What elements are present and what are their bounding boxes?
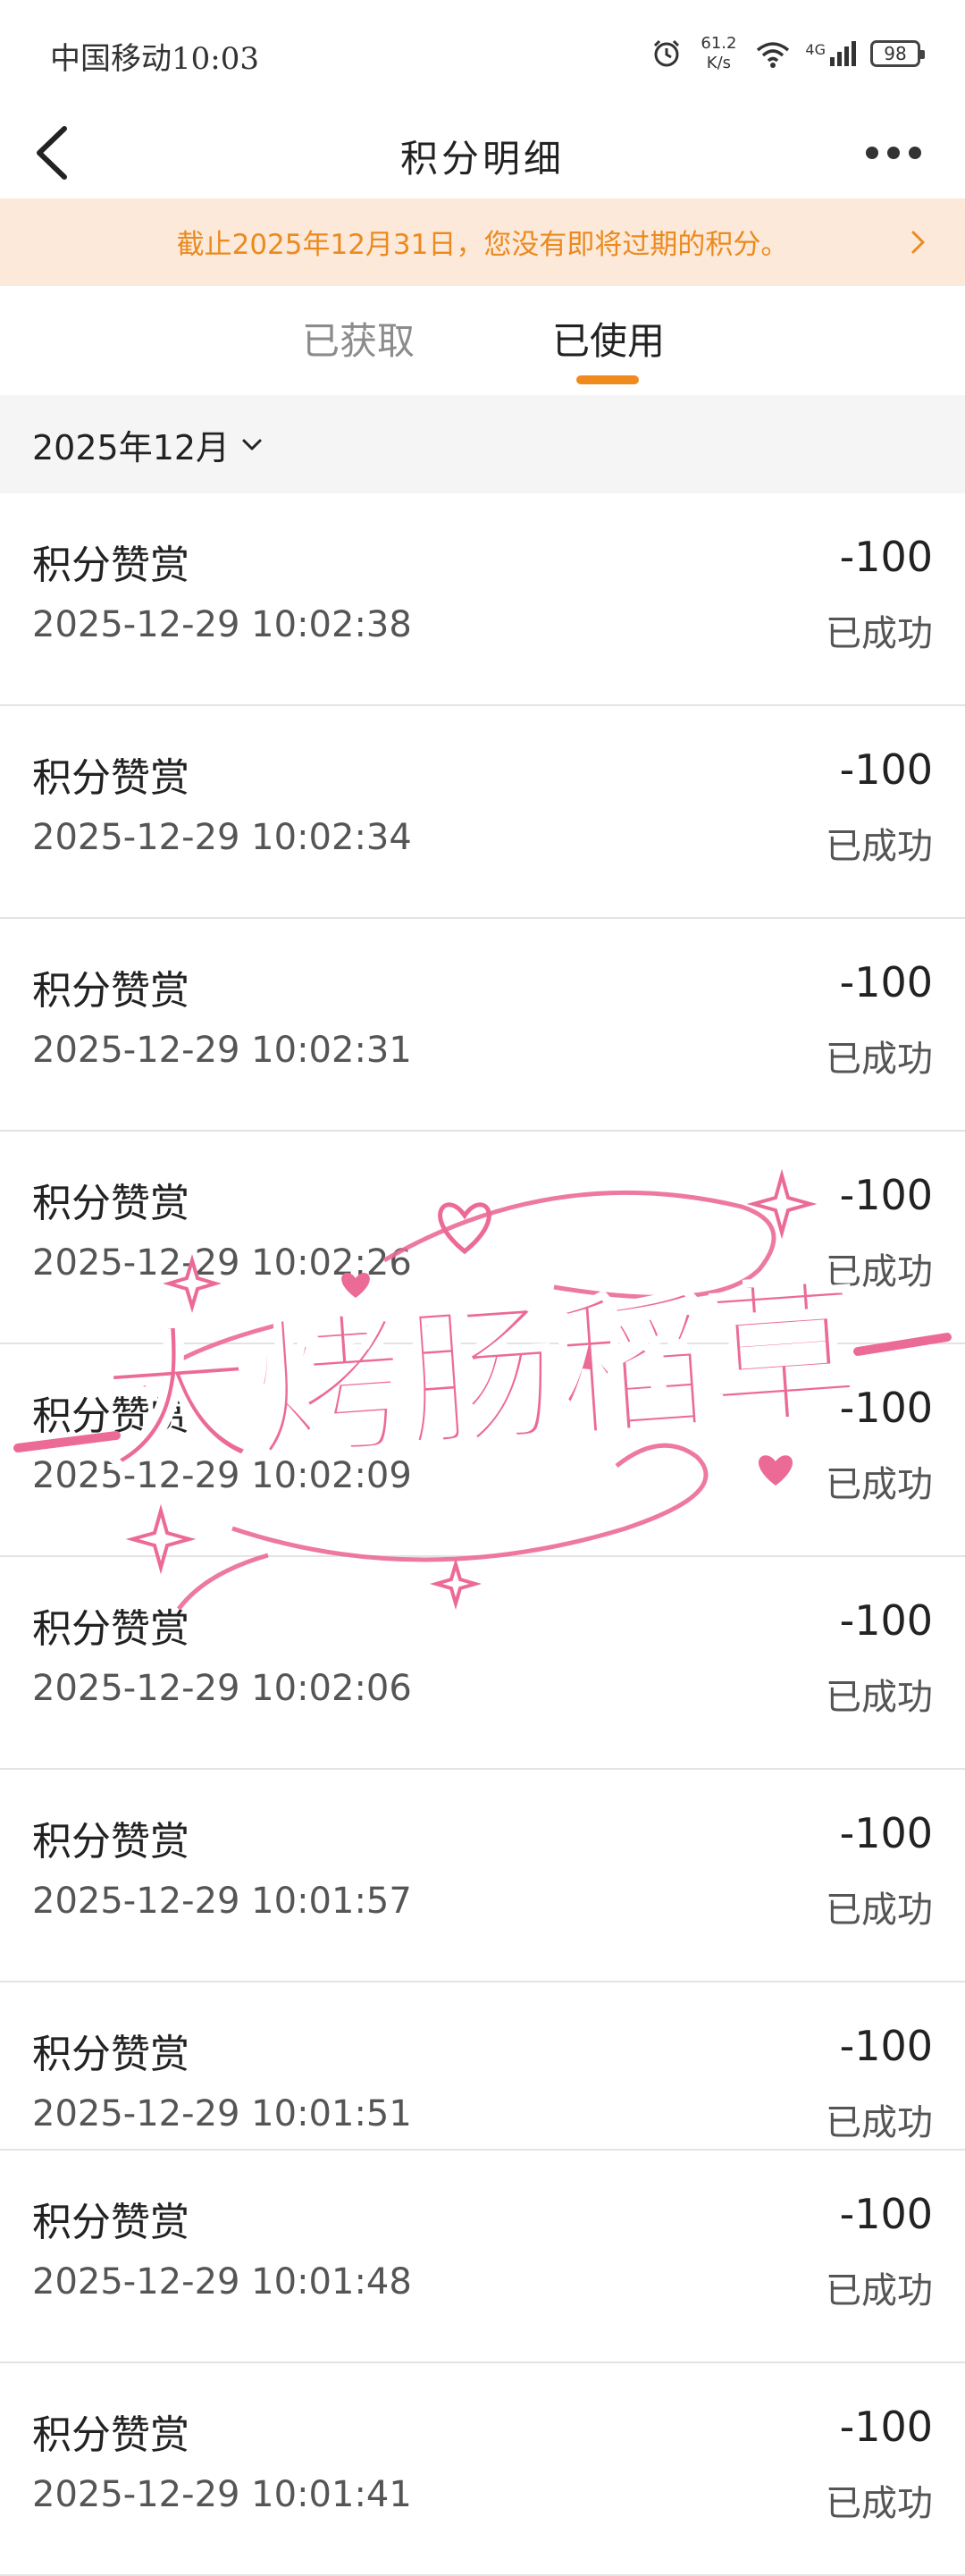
- record-time: 2025-12-29 10:01:41: [32, 2474, 412, 2515]
- chevron-down-icon: [242, 439, 262, 450]
- record-amount: -100: [839, 958, 933, 1006]
- record-title: 积分赞赏: [32, 1393, 189, 1439]
- list-item[interactable]: 积分赞赏 -100 2025-12-29 10:01:41 已成功: [0, 2363, 965, 2576]
- record-status: 已成功: [826, 1251, 933, 1292]
- record-title: 积分赞赏: [32, 2412, 189, 2458]
- record-amount: -100: [839, 1384, 933, 1432]
- battery-level: 98: [884, 43, 907, 64]
- battery-icon: 98: [870, 40, 925, 67]
- net-speed: 61.2 K/s: [696, 34, 741, 73]
- tab-bar: 已获取 已使用: [0, 286, 965, 395]
- tab-earned[interactable]: 已获取: [302, 311, 415, 366]
- list-item[interactable]: 积分赞赏 -100 2025-12-29 10:02:26 已成功: [0, 1132, 965, 1344]
- active-tab-indicator: [576, 375, 639, 384]
- record-amount: -100: [839, 1809, 933, 1857]
- list-item[interactable]: 积分赞赏 -100 2025-12-29 10:01:57 已成功: [0, 1770, 965, 1983]
- record-status: 已成功: [826, 2483, 933, 2524]
- carrier-time: 中国移动10:03: [50, 41, 259, 77]
- record-status: 已成功: [826, 826, 933, 867]
- record-amount: -100: [839, 533, 933, 581]
- record-amount: -100: [839, 2190, 933, 2238]
- list-item[interactable]: 积分赞赏 -100 2025-12-29 10:01:48 已成功: [0, 2151, 965, 2363]
- page-title: 积分明细: [399, 137, 565, 181]
- record-status: 已成功: [826, 2102, 933, 2143]
- record-status: 已成功: [826, 613, 933, 654]
- tab-used[interactable]: 已使用: [552, 311, 665, 366]
- record-title: 积分赞赏: [32, 1181, 189, 1226]
- record-amount: -100: [839, 745, 933, 794]
- record-title: 积分赞赏: [32, 968, 189, 1014]
- record-title: 积分赞赏: [32, 1606, 189, 1652]
- record-status: 已成功: [826, 1677, 933, 1718]
- points-record-list: 积分赞赏 -100 2025-12-29 10:02:38 已成功 积分赞赏 -…: [0, 493, 965, 2576]
- record-title: 积分赞赏: [32, 2200, 189, 2245]
- record-title: 积分赞赏: [32, 1819, 189, 1865]
- record-status: 已成功: [826, 2270, 933, 2311]
- net-speed-value: 61.2: [701, 34, 737, 53]
- record-time: 2025-12-29 10:02:38: [32, 604, 412, 645]
- expiry-notice-text: 截止2025年12月31日，您没有即将过期的积分。: [176, 229, 789, 261]
- record-time: 2025-12-29 10:02:26: [32, 1242, 412, 1284]
- cell-signal-icon: 4G: [805, 41, 856, 66]
- list-item[interactable]: 积分赞赏 -100 2025-12-29 10:02:38 已成功: [0, 493, 965, 706]
- record-time: 2025-12-29 10:02:09: [32, 1455, 412, 1496]
- record-status: 已成功: [826, 1464, 933, 1505]
- status-icons: 61.2 K/s 4G 98: [651, 27, 925, 80]
- more-dot-icon: [866, 147, 878, 159]
- record-time: 2025-12-29 10:02:06: [32, 1668, 412, 1709]
- record-time: 2025-12-29 10:01:48: [32, 2261, 412, 2302]
- status-bar: 中国移动10:03 61.2 K/s 4G 98: [0, 0, 965, 107]
- record-title: 积分赞赏: [32, 543, 189, 588]
- record-amount: -100: [839, 2403, 933, 2451]
- month-filter-bar: 2025年12月: [0, 395, 965, 493]
- record-title: 积分赞赏: [32, 755, 189, 801]
- alarm-icon: [654, 39, 680, 67]
- record-amount: -100: [839, 1171, 933, 1219]
- more-dot-icon: [887, 147, 900, 159]
- list-item[interactable]: 积分赞赏 -100 2025-12-29 10:02:06 已成功: [0, 1557, 965, 1770]
- list-item[interactable]: 积分赞赏 -100 2025-12-29 10:02:34 已成功: [0, 706, 965, 919]
- network-type: 4G: [805, 41, 826, 58]
- record-time: 2025-12-29 10:02:34: [32, 817, 412, 858]
- list-item[interactable]: 积分赞赏 -100 2025-12-29 10:01:51 已成功: [0, 1983, 965, 2151]
- expiry-notice-banner[interactable]: 截止2025年12月31日，您没有即将过期的积分。: [0, 198, 965, 286]
- more-dot-icon: [909, 147, 921, 159]
- record-status: 已成功: [826, 1039, 933, 1080]
- month-label: 2025年12月: [32, 428, 231, 467]
- more-options-button[interactable]: [849, 114, 938, 191]
- record-title: 积分赞赏: [32, 2032, 189, 2077]
- record-time: 2025-12-29 10:01:51: [32, 2093, 412, 2134]
- net-speed-unit: K/s: [706, 54, 732, 72]
- record-time: 2025-12-29 10:02:31: [32, 1030, 412, 1071]
- record-amount: -100: [839, 2022, 933, 2070]
- record-time: 2025-12-29 10:01:57: [32, 1881, 412, 1922]
- chevron-right-icon: [911, 231, 925, 254]
- wifi-icon: [757, 42, 790, 68]
- list-item[interactable]: 积分赞赏 -100 2025-12-29 10:02:09 已成功: [0, 1344, 965, 1557]
- top-navigation-bar: 积分明细: [0, 107, 965, 198]
- month-selector[interactable]: 2025年12月: [32, 420, 265, 469]
- record-status: 已成功: [826, 1890, 933, 1931]
- list-item[interactable]: 积分赞赏 -100 2025-12-29 10:02:31 已成功: [0, 919, 965, 1132]
- record-amount: -100: [839, 1596, 933, 1645]
